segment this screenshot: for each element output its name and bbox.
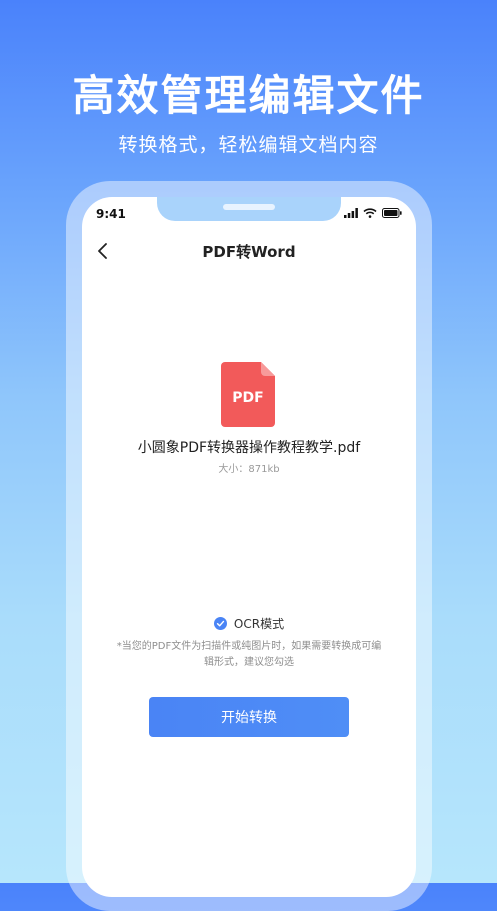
- status-icons: [344, 208, 402, 218]
- file-name: 小圆象PDF转换器操作教程教学.pdf: [137, 440, 361, 456]
- promo-title: 高效管理编辑文件: [72, 71, 425, 120]
- page-title: PDF转Word: [202, 243, 296, 261]
- status-time: 9:41: [96, 207, 126, 221]
- check-circle-icon[interactable]: [213, 617, 227, 630]
- start-convert-button[interactable]: 开始转换: [149, 697, 349, 737]
- file-size: 大小：871kb: [218, 464, 280, 475]
- wifi-icon: [363, 208, 377, 218]
- pdf-icon-label: PDF: [232, 390, 263, 406]
- nav-bar: PDF转Word: [82, 233, 416, 269]
- ocr-hint: *当您的PDF文件为扫描件或纯图片时，如果需要转换成可编辑形式，建议您勾选: [116, 641, 382, 668]
- pdf-file-icon: PDF: [221, 362, 275, 427]
- phone-screen: 9:41 PDF转Word PDF 小圆象PDF转换器操作教程教学.pdf 大小…: [82, 197, 416, 897]
- battery-icon: [382, 208, 402, 218]
- ocr-label: OCR模式: [233, 617, 285, 631]
- speaker-bar: [223, 204, 275, 210]
- status-bar: 9:41: [82, 197, 416, 225]
- promo-subtitle: 转换格式，轻松编辑文档内容: [118, 134, 379, 156]
- signal-icon: [344, 208, 358, 218]
- ocr-option[interactable]: OCR模式: [82, 615, 416, 632]
